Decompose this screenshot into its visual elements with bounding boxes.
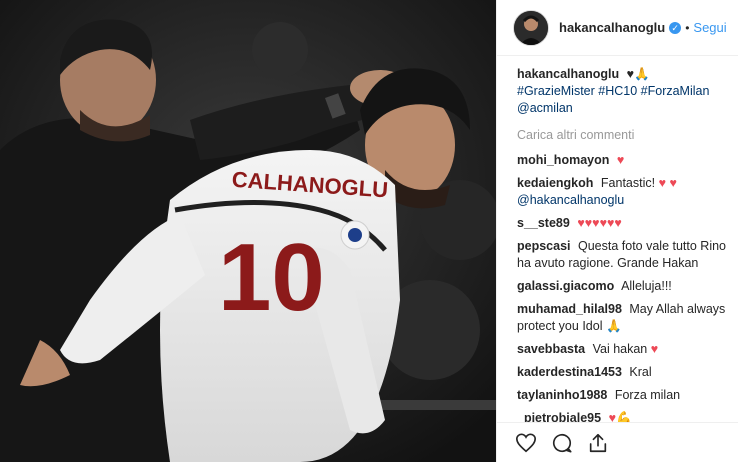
comment: kaderdestina1453 Kral: [517, 364, 726, 381]
comment-username[interactable]: taylaninho1988: [517, 388, 607, 402]
comment-text: Alleluja!!!: [621, 279, 672, 293]
jersey-number: 10: [218, 224, 325, 331]
comment: taylaninho1988 Forza milan: [517, 387, 726, 404]
verified-icon: ✓: [669, 21, 682, 34]
comment: savebbasta Vai hakan ♥: [517, 341, 726, 358]
comment: s__ste89 ♥♥♥♥♥♥: [517, 215, 726, 232]
comment: muhamad_hilal98 May Allah always protect…: [517, 301, 726, 335]
comments-list: hakancalhanoglu ♥🙏 #GrazieMister #HC10 #…: [497, 56, 738, 422]
post-photo[interactable]: CALHANOGLU 10: [0, 0, 496, 462]
comment-icon[interactable]: [551, 432, 573, 454]
caption-username[interactable]: hakancalhanoglu: [517, 67, 619, 81]
instagram-post: CALHANOGLU 10 hakancalhanoglu ✓ • Segui: [0, 0, 738, 462]
separator-dot: •: [685, 20, 690, 35]
comment-text: Vai hakan: [592, 342, 648, 356]
comment-username[interactable]: pepscasi: [517, 239, 571, 253]
comment-emoji: ♥♥♥♥♥♥: [577, 216, 622, 230]
post-image: CALHANOGLU 10: [0, 0, 496, 462]
comment-text: Forza milan: [614, 388, 681, 402]
post-side-panel: hakancalhanoglu ✓ • Segui hakancalhanogl…: [496, 0, 738, 462]
post-caption: hakancalhanoglu ♥🙏 #GrazieMister #HC10 #…: [517, 66, 726, 117]
header-username[interactable]: hakancalhanoglu: [559, 20, 665, 35]
comment-username[interactable]: mohi_homayon: [517, 153, 609, 167]
avatar[interactable]: [513, 9, 549, 46]
comment-emoji: ♥: [616, 153, 625, 167]
comment-username[interactable]: muhamad_hilal98: [517, 302, 622, 316]
comment: galassi.giacomo Alleluja!!!: [517, 278, 726, 295]
comment-username[interactable]: kaderdestina1453: [517, 365, 622, 379]
comment-text: Fantastic!: [600, 176, 656, 190]
comment-username[interactable]: s__ste89: [517, 216, 570, 230]
post-header: hakancalhanoglu ✓ • Segui: [497, 0, 738, 56]
comment-emoji: 🙏: [605, 319, 622, 333]
load-more-comments[interactable]: Carica altri commenti: [517, 127, 726, 144]
comment: mohi_homayon ♥: [517, 152, 726, 169]
comment-text: Kral: [629, 365, 652, 379]
comment-username[interactable]: kedaiengkoh: [517, 176, 593, 190]
action-bar: [497, 422, 738, 462]
comment: kedaiengkoh Fantastic! ♥ ♥ @hakancalhano…: [517, 175, 726, 209]
follow-button[interactable]: Segui: [693, 20, 726, 35]
comment-mention[interactable]: @hakancalhanoglu: [517, 193, 624, 207]
comment: pepscasi Questa foto vale tutto Rino ha …: [517, 238, 726, 272]
caption-hashtags[interactable]: #GrazieMister #HC10 #ForzaMilan @acmilan: [517, 84, 709, 115]
comment-username[interactable]: savebbasta: [517, 342, 585, 356]
comment-username[interactable]: _pietrobiale95: [517, 411, 601, 422]
caption-emojis: ♥🙏: [626, 67, 650, 81]
share-icon[interactable]: [587, 432, 609, 454]
comment-emoji: ♥💪: [608, 411, 632, 422]
comment-username[interactable]: galassi.giacomo: [517, 279, 614, 293]
comment: _pietrobiale95 ♥💪: [517, 410, 726, 422]
avatar-image: [514, 10, 548, 45]
heart-icon[interactable]: [515, 432, 537, 454]
comment-emoji: ♥ ♥: [658, 176, 677, 190]
comment-emoji: ♥: [650, 342, 659, 356]
